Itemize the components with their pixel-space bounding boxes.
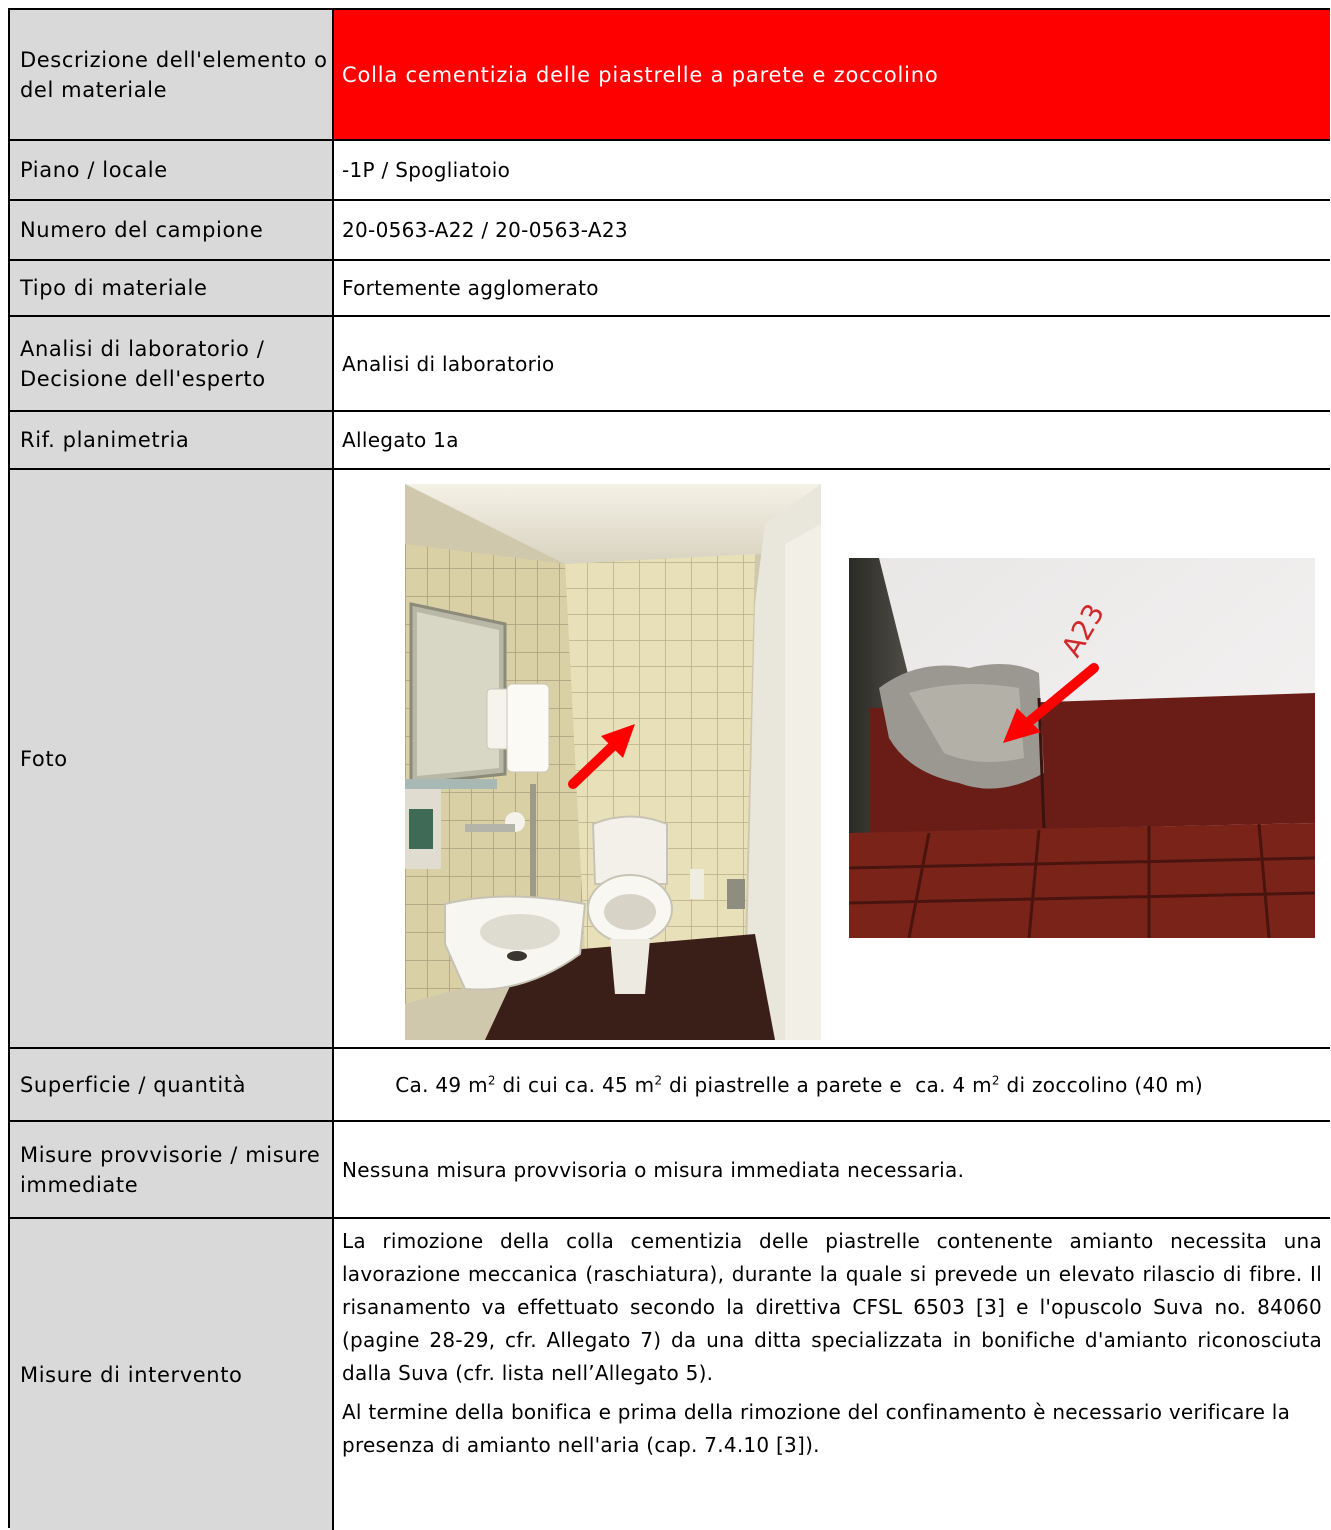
row-foto: Foto A23 xyxy=(10,470,1330,1049)
superficie-sup-3: 2 xyxy=(991,1072,1000,1087)
intervento-paragraph-2: Al termine della bonifica e prima della … xyxy=(342,1400,1291,1457)
label-rif: Rif. planimetria xyxy=(10,412,334,468)
sample-record-table: Descrizione dell'elemento o del material… xyxy=(8,8,1330,1530)
label-foto: Foto xyxy=(10,470,334,1047)
row-campione: Numero del campione 20-0563-A22 / 20-056… xyxy=(10,201,1330,261)
value-tipo: Fortemente agglomerato xyxy=(342,276,599,300)
row-descrizione: Descrizione dell'elemento o del material… xyxy=(10,10,1330,141)
label-provvisorie: Misure provvisorie / misure immediate xyxy=(10,1122,334,1217)
label-piano: Piano / locale xyxy=(10,141,334,199)
label-descrizione: Descrizione dell'elemento o del material… xyxy=(10,10,334,139)
photo-bathroom xyxy=(405,484,821,1040)
label-campione: Numero del campione xyxy=(10,201,334,259)
label-analisi: Analisi di laboratorio / Decisione dell'… xyxy=(10,317,334,410)
value-piano: -1P / Spogliatoio xyxy=(342,158,511,182)
row-superficie: Superficie / quantità Ca. 49 m2 di cui c… xyxy=(10,1049,1330,1122)
value-campione: 20-0563-A22 / 20-0563-A23 xyxy=(342,218,628,242)
value-intervento: La rimozione della colla cementizia dell… xyxy=(334,1219,1330,1530)
value-provvisorie: Nessuna misura provvisoria o misura imme… xyxy=(342,1157,965,1182)
row-analisi: Analisi di laboratorio / Decisione dell'… xyxy=(10,317,1330,412)
superficie-part-2: di cui ca. 45 m xyxy=(495,1072,655,1097)
label-intervento: Misure di intervento xyxy=(10,1219,334,1530)
value-rif: Allegato 1a xyxy=(342,428,459,452)
superficie-part-3: di piastrelle a parete e ca. 4 m xyxy=(662,1072,992,1097)
photo-sample-close-up: A23 xyxy=(849,558,1315,938)
superficie-part-4: di zoccolino (40 m) xyxy=(999,1072,1204,1097)
label-superficie: Superficie / quantità xyxy=(10,1049,334,1120)
row-piano: Piano / locale -1P / Spogliatoio xyxy=(10,141,1330,201)
label-tipo: Tipo di materiale xyxy=(10,261,334,315)
value-foto: A23 xyxy=(334,470,1330,1047)
superficie-part-1: Ca. 49 m xyxy=(395,1072,488,1097)
superficie-sup-1: 2 xyxy=(487,1072,496,1087)
value-superficie: Ca. 49 m2 di cui ca. 45 m2 di piastrelle… xyxy=(334,1049,1330,1120)
value-descrizione: Colla cementizia delle piastrelle a pare… xyxy=(334,10,1330,139)
value-analisi: Analisi di laboratorio xyxy=(342,351,555,376)
row-rif: Rif. planimetria Allegato 1a xyxy=(10,412,1330,470)
row-provvisorie: Misure provvisorie / misure immediate Ne… xyxy=(10,1122,1330,1219)
row-tipo: Tipo di materiale Fortemente agglomerato xyxy=(10,261,1330,317)
row-intervento: Misure di intervento La rimozione della … xyxy=(10,1219,1330,1530)
intervento-paragraph-1: La rimozione della colla cementizia dell… xyxy=(342,1229,1322,1385)
